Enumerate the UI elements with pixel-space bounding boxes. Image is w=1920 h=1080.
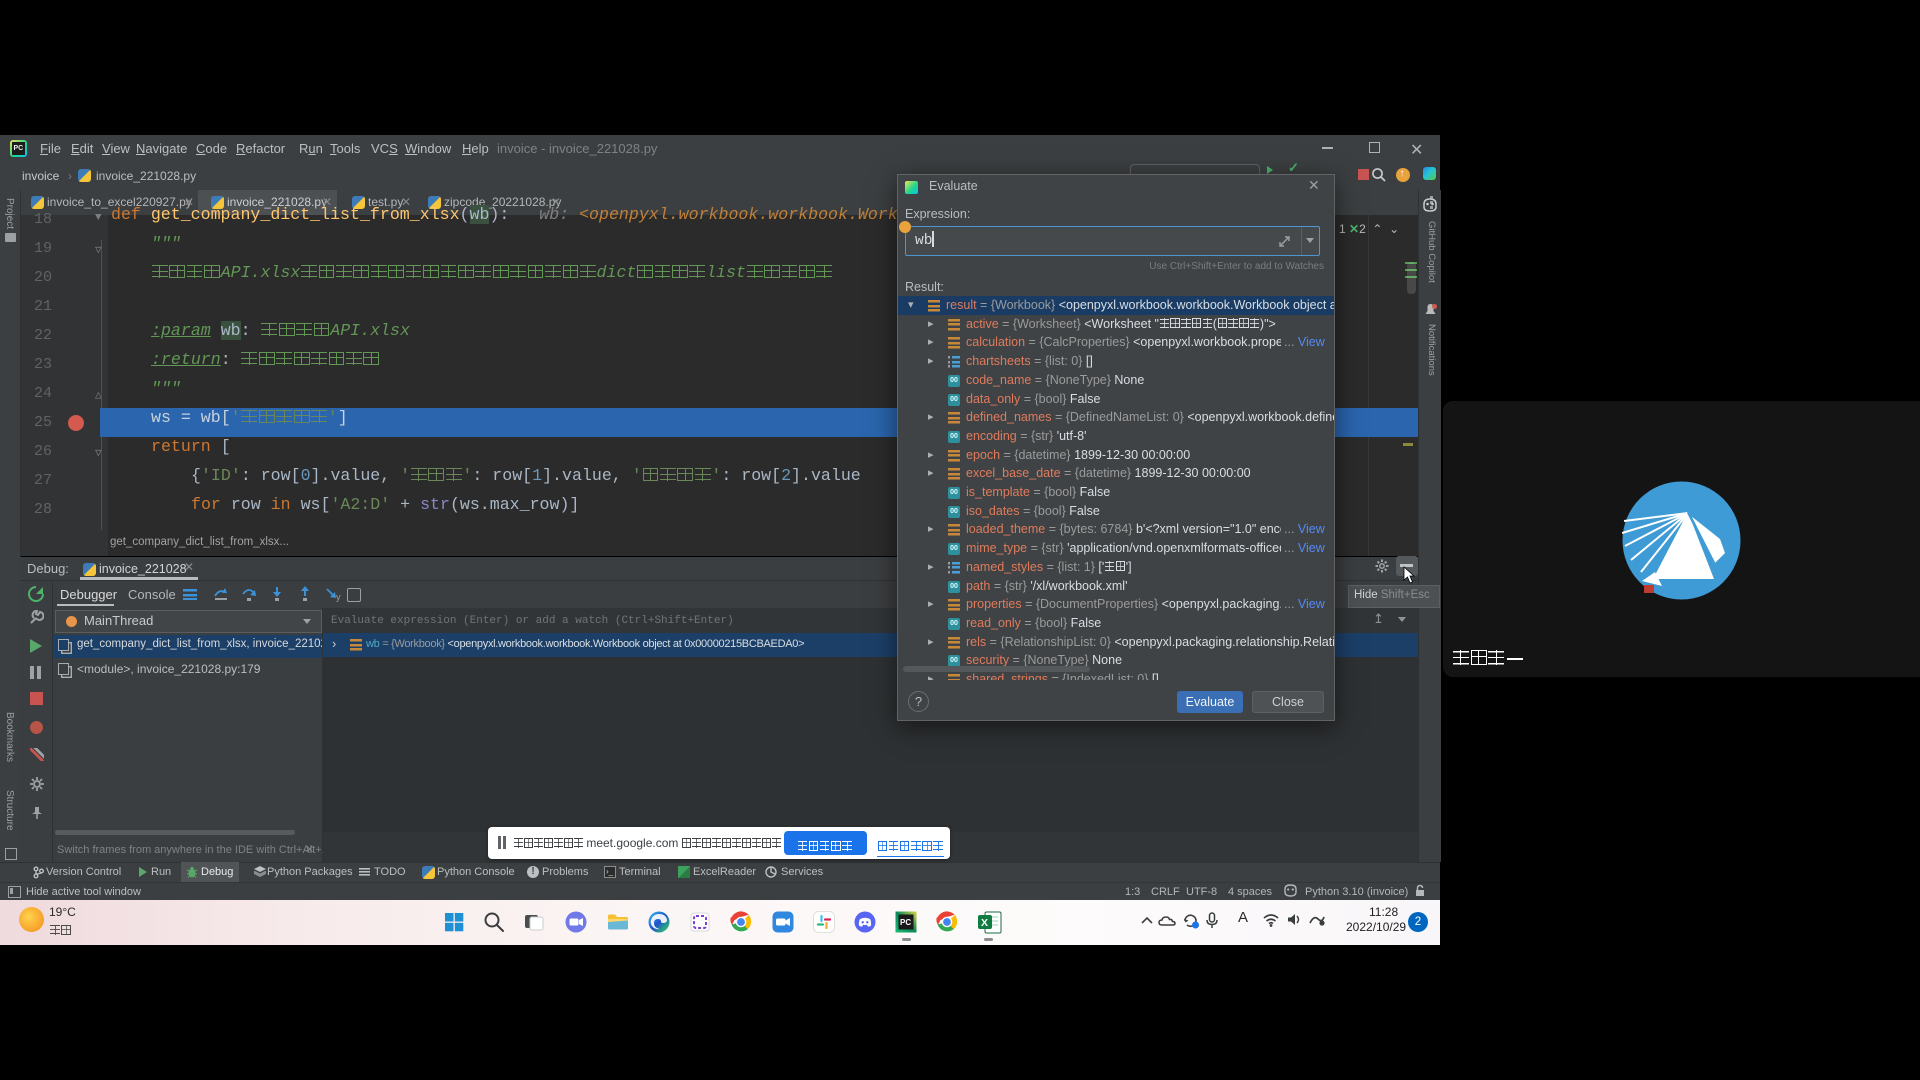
svg-text:y: y — [336, 592, 341, 602]
svg-text:X: X — [981, 917, 988, 929]
svg-text:PC: PC — [900, 918, 911, 927]
